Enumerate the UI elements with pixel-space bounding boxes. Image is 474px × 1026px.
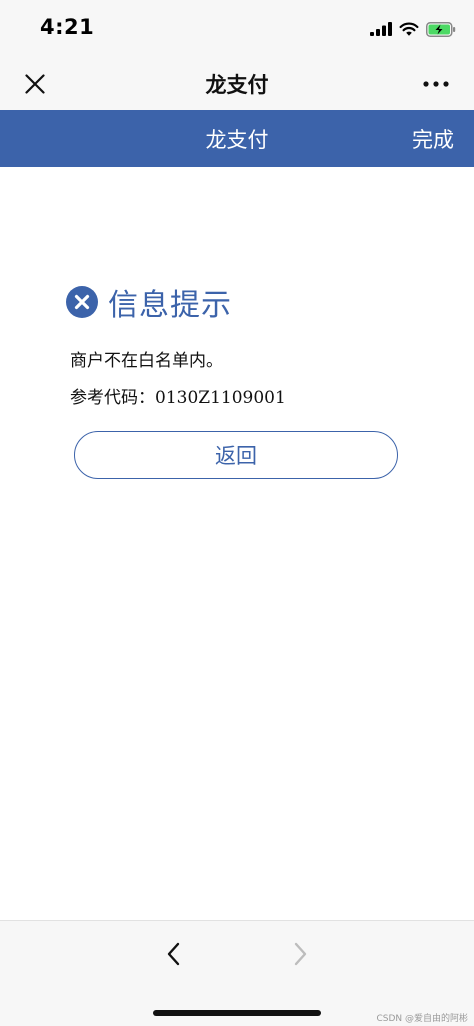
chevron-right-icon[interactable]	[286, 939, 314, 969]
error-circle-icon	[66, 286, 98, 318]
battery-charging-icon	[426, 21, 456, 37]
home-indicator[interactable]	[153, 1010, 321, 1016]
phone-screen: 4:21 龙支付 龙支付 完成 信息提示 商户不在白名单内。 参考代码：0130…	[0, 0, 474, 1026]
page-title: 龙支付	[205, 128, 269, 152]
done-button[interactable]: 完成	[412, 124, 454, 154]
reference-code-line: 参考代码：0130Z1109001	[70, 383, 286, 408]
page-header: 龙支付 完成	[0, 110, 474, 167]
error-message: 商户不在白名单内。	[70, 351, 223, 371]
reference-code-label: 参考代码：	[70, 388, 155, 408]
reference-code-value: 0130Z1109001	[155, 388, 286, 408]
watermark: CSDN @爱自由的阿彬	[376, 1014, 468, 1024]
more-button[interactable]	[416, 68, 456, 100]
wechat-nav-bar: 龙支付	[0, 58, 474, 110]
chevron-left-icon[interactable]	[160, 939, 188, 969]
wifi-icon	[399, 22, 419, 36]
nav-title: 龙支付	[205, 73, 269, 97]
info-heading: 信息提示	[66, 280, 232, 324]
info-title: 信息提示	[108, 288, 232, 323]
status-bar: 4:21	[0, 0, 474, 58]
back-button[interactable]: 返回	[74, 431, 398, 479]
signal-icon	[370, 22, 392, 36]
more-icon	[423, 81, 449, 87]
bottom-toolbar: CSDN @爱自由的阿彬	[0, 920, 474, 1026]
status-time: 4:21	[40, 15, 95, 39]
status-icons	[370, 18, 456, 40]
main-content: 信息提示 商户不在白名单内。 参考代码：0130Z1109001 返回	[0, 167, 474, 920]
